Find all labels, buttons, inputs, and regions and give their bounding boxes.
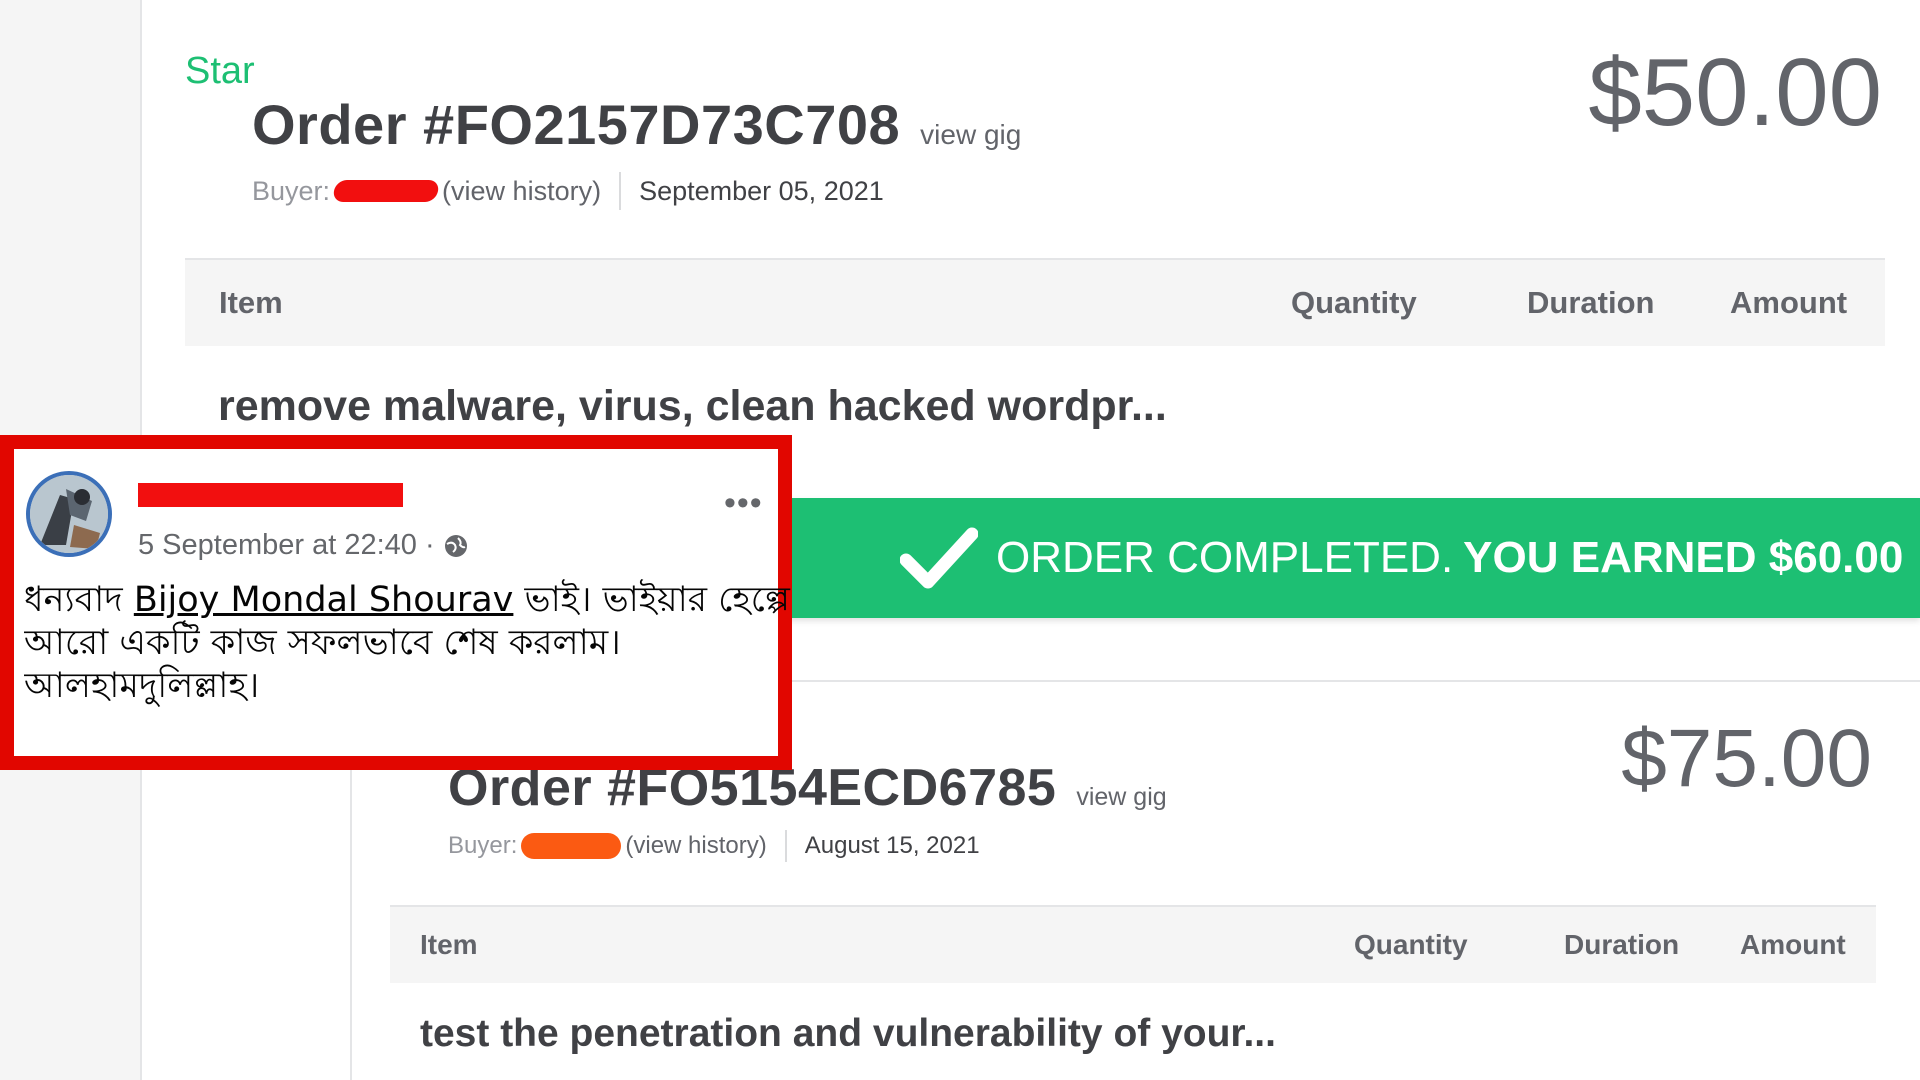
column-header-quantity: Quantity	[1291, 285, 1417, 320]
post-timestamp[interactable]: 5 September at 22:40 ·	[138, 529, 435, 562]
order-2-meta: Buyer: (view history) August 15, 2021	[448, 830, 980, 862]
post-line-1: ধন্যবাদ Bijoy Mondal Shourav ভাই। ভাইয়া…	[24, 579, 794, 622]
order-1-number: Order #FO2157D73C708	[252, 93, 901, 156]
avatar[interactable]	[26, 471, 112, 557]
order-2-price: $75.00	[1621, 713, 1872, 804]
order-2-item-name[interactable]: test the penetration and vulnerability o…	[420, 1012, 1276, 1056]
order-2-view-history-link[interactable]: (view history)	[625, 832, 766, 860]
redacted-buyer-name	[332, 180, 440, 202]
meta-separator	[784, 830, 787, 862]
banner-message: ORDER COMPLETED. YOU EARNED $60.00	[996, 533, 1903, 583]
order-completed-banner: ORDER COMPLETED. YOU EARNED $60.00	[780, 498, 1920, 618]
meta-separator	[619, 172, 622, 210]
redacted-author-name	[138, 483, 403, 507]
order-1-meta: Buyer: (view history) September 05, 2021	[252, 172, 884, 210]
screenshot-stage: Star Order #FO2157D73C708 view gig $50.00…	[0, 0, 1920, 1080]
profile-photo-icon	[30, 475, 108, 553]
order-1-item-name[interactable]: remove malware, virus, clean hacked word…	[218, 382, 1167, 431]
banner-earned-text: YOU EARNED $60.00	[1463, 533, 1904, 582]
order-1-price: $50.00	[1588, 39, 1882, 146]
more-options-icon[interactable]: •••	[724, 486, 763, 520]
mention-link[interactable]: Bijoy Mondal Shourav	[134, 580, 514, 620]
column-header-amount: Amount	[1740, 929, 1846, 960]
order-1-view-gig-link[interactable]: view gig	[920, 119, 1021, 150]
column-header-item: Item	[219, 285, 283, 320]
order-1-view-history-link[interactable]: (view history)	[442, 176, 601, 207]
order-1-table-header: Item Quantity Duration Amount	[185, 258, 1885, 346]
order-2-table-header: Item Quantity Duration Amount	[390, 905, 1876, 983]
column-header-amount: Amount	[1730, 285, 1848, 320]
order-1-title: Order #FO2157D73C708 view gig	[252, 92, 1021, 157]
post-text-suffix: ভাই। ভাইয়ার হেল্পে	[513, 580, 790, 620]
redacted-buyer-name	[521, 833, 622, 859]
order-2-view-gig-link[interactable]: view gig	[1076, 783, 1166, 811]
column-header-duration: Duration	[1564, 929, 1680, 960]
column-header-quantity: Quantity	[1354, 929, 1468, 960]
post-timestamp-row: 5 September at 22:40 ·	[138, 529, 469, 562]
buyer-label: Buyer:	[252, 175, 331, 206]
column-header-item: Item	[420, 929, 478, 960]
post-line-3: আলহামদুলিল্লাহ।	[24, 666, 260, 706]
banner-status-text: ORDER COMPLETED.	[996, 533, 1454, 582]
facebook-post-overlay: 5 September at 22:40 · ••• ধন্যবাদ Bijoy…	[0, 435, 792, 770]
order-2-date: August 15, 2021	[804, 832, 980, 859]
post-line-2: আরো একটি কাজ সফলভাবে শেষ করলাম।	[24, 623, 621, 663]
order-1-date: September 05, 2021	[639, 175, 884, 206]
seller-level-label: Star	[185, 50, 255, 92]
column-header-duration: Duration	[1527, 285, 1655, 320]
globe-icon	[444, 534, 467, 557]
post-body: ধন্যবাদ Bijoy Mondal Shourav ভাই। ভাইয়া…	[24, 579, 794, 708]
buyer-label: Buyer:	[448, 832, 518, 859]
post-text-prefix: ধন্যবাদ	[24, 580, 134, 620]
checkmark-icon	[900, 527, 978, 589]
